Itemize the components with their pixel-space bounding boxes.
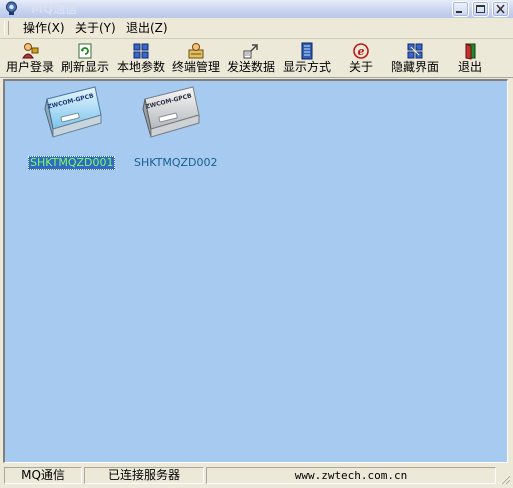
device-view[interactable]: ZWCOM-GPCB SHKTMQZD001 ZWCOM-GPCB SHKTMQ… bbox=[3, 79, 508, 463]
menu-grip[interactable] bbox=[4, 21, 9, 35]
send-data-button[interactable]: 发送数据 bbox=[225, 40, 277, 76]
toolbar-label: 终端管理 bbox=[171, 60, 220, 74]
display-mode-icon bbox=[301, 42, 313, 60]
menu-exit[interactable]: 退出(Z) bbox=[124, 20, 170, 36]
app-window: MQ通信 操作(X) 关于(Y) 退出(Z) 用户登录 刷新显示 本地参数 终端… bbox=[0, 0, 513, 488]
minimize-icon bbox=[456, 11, 462, 13]
modem-device-icon: ZWCOM-GPCB bbox=[142, 86, 200, 138]
resize-grip-icon[interactable] bbox=[499, 473, 511, 485]
toolbar-label: 退出 bbox=[457, 60, 482, 74]
close-icon bbox=[496, 4, 505, 14]
menu-bar: 操作(X) 关于(Y) 退出(Z) bbox=[0, 18, 513, 39]
maximize-button[interactable] bbox=[472, 1, 489, 17]
terminal-manage-icon bbox=[188, 43, 204, 59]
send-data-icon bbox=[243, 44, 258, 59]
exit-icon bbox=[465, 43, 476, 60]
local-params-button[interactable]: 本地参数 bbox=[115, 40, 167, 76]
user-login-icon bbox=[22, 43, 39, 59]
toolbar-label: 刷新显示 bbox=[60, 60, 109, 74]
toolbar: 用户登录 刷新显示 本地参数 终端管理 发送数据 显示方式 e 关于 隐藏界面 … bbox=[0, 39, 513, 78]
toolbar-label: 发送数据 bbox=[226, 60, 275, 74]
terminal-manage-button[interactable]: 终端管理 bbox=[170, 40, 222, 76]
toolbar-label: 用户登录 bbox=[5, 60, 54, 74]
toolbar-label: 隐藏界面 bbox=[390, 60, 439, 74]
hide-ui-icon bbox=[407, 43, 423, 59]
close-button[interactable] bbox=[492, 1, 509, 17]
toolbar-label: 本地参数 bbox=[116, 60, 165, 74]
refresh-icon bbox=[78, 43, 92, 59]
status-bar: MQ通信 已连接服务器 www.zwtech.com.cn bbox=[0, 465, 513, 488]
about-button[interactable]: e 关于 bbox=[336, 40, 386, 76]
device-label[interactable]: SHKTMQZD002 bbox=[132, 156, 219, 170]
window-title: MQ通信 bbox=[31, 2, 78, 16]
refresh-button[interactable]: 刷新显示 bbox=[59, 40, 111, 76]
title-bar[interactable]: MQ通信 bbox=[0, 0, 513, 19]
user-login-button[interactable]: 用户登录 bbox=[4, 40, 56, 76]
hide-ui-button[interactable]: 隐藏界面 bbox=[389, 40, 441, 76]
device-label[interactable]: SHKTMQZD001 bbox=[28, 156, 116, 170]
device-item[interactable]: ZWCOM-GPCB SHKTMQZD001 bbox=[23, 85, 116, 175]
device-item[interactable]: ZWCOM-GPCB SHKTMQZD002 bbox=[121, 85, 217, 175]
app-icon[interactable] bbox=[4, 1, 19, 16]
status-website: www.zwtech.com.cn bbox=[206, 467, 496, 484]
exit-button[interactable]: 退出 bbox=[450, 40, 490, 76]
maximize-icon bbox=[476, 5, 485, 13]
modem-device-icon: ZWCOM-GPCB bbox=[44, 86, 102, 138]
status-app-name: MQ通信 bbox=[4, 467, 82, 484]
toolbar-label: 关于 bbox=[348, 60, 373, 74]
menu-about[interactable]: 关于(Y) bbox=[73, 20, 118, 36]
minimize-button[interactable] bbox=[452, 1, 469, 17]
menu-operation[interactable]: 操作(X) bbox=[21, 20, 67, 36]
local-params-icon bbox=[133, 43, 149, 59]
svg-text:e: e bbox=[358, 45, 365, 58]
status-connection: 已连接服务器 bbox=[84, 467, 204, 484]
toolbar-label: 显示方式 bbox=[282, 60, 331, 74]
about-icon: e bbox=[353, 43, 369, 59]
display-mode-button[interactable]: 显示方式 bbox=[281, 40, 333, 76]
